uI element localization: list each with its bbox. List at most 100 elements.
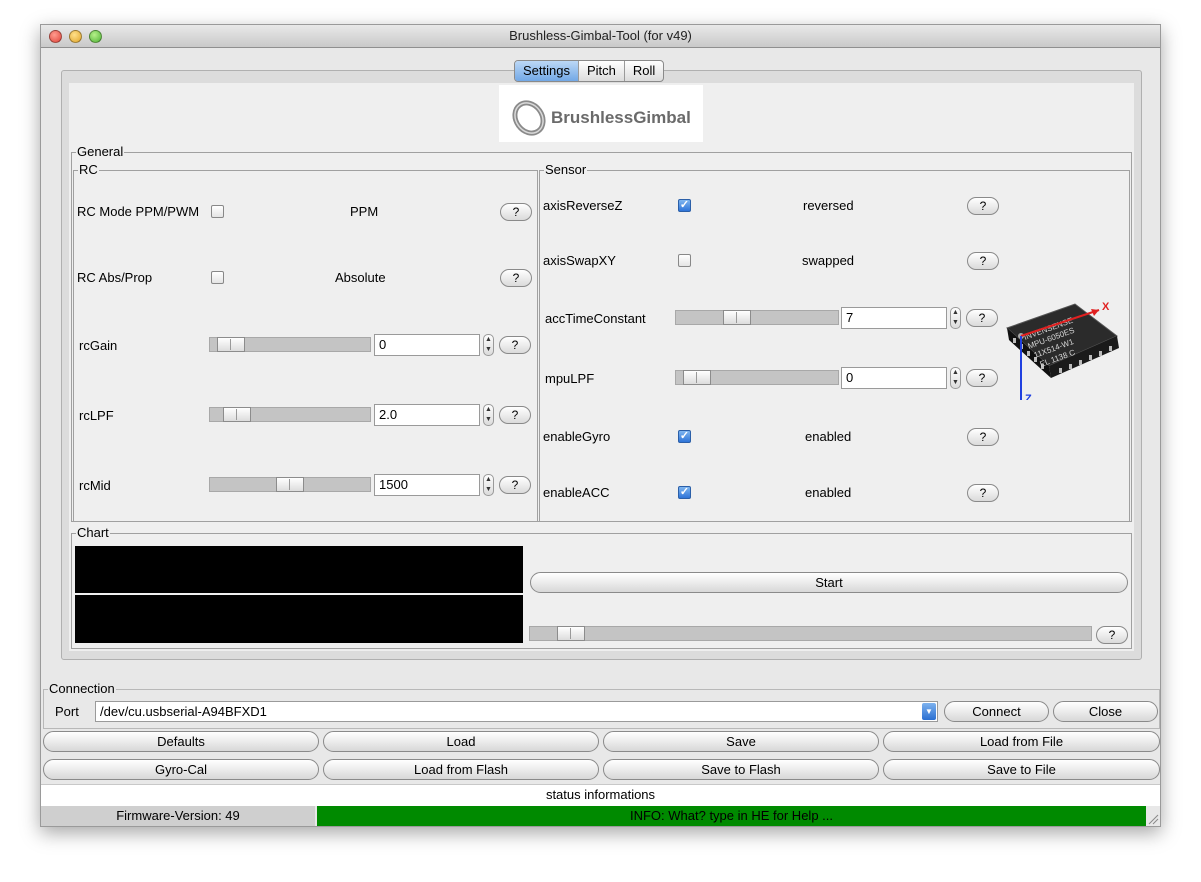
mpu-lpf-field[interactable]: 0 bbox=[841, 367, 947, 389]
info-status-text: INFO: What? type in HE for Help ... bbox=[629, 808, 833, 823]
rc-mode-help-button[interactable]: ? bbox=[500, 203, 532, 221]
firmware-version: Firmware-Version: 49 bbox=[41, 806, 315, 826]
stepper-up-icon[interactable]: ▲ bbox=[485, 336, 492, 343]
chart-help-button[interactable]: ? bbox=[1096, 626, 1128, 644]
chart-plot-bottom bbox=[75, 595, 523, 643]
rc-gain-slider-thumb[interactable] bbox=[217, 337, 245, 352]
zoom-window-icon[interactable] bbox=[89, 30, 102, 43]
gyro-cal-button[interactable]: Gyro-Cal bbox=[43, 759, 319, 780]
enable-acc-label: enableACC bbox=[543, 485, 610, 500]
rc-absprop-help-button[interactable]: ? bbox=[500, 269, 532, 287]
enable-acc-checkbox[interactable]: ✓ bbox=[678, 486, 691, 499]
logo-text: BrushlessGimbal bbox=[551, 108, 691, 127]
axis-swap-xy-checkbox[interactable] bbox=[678, 254, 691, 267]
rc-lpf-label: rcLPF bbox=[79, 408, 114, 423]
mpu-lpf-slider[interactable] bbox=[675, 370, 839, 385]
stepper-down-icon[interactable]: ▼ bbox=[952, 379, 959, 386]
close-connection-button[interactable]: Close bbox=[1053, 701, 1158, 722]
save-button[interactable]: Save bbox=[603, 731, 879, 752]
axis-swap-xy-label: axisSwapXY bbox=[543, 253, 616, 268]
axis-swap-xy-status: swapped bbox=[802, 253, 855, 268]
rc-lpf-help-button[interactable]: ? bbox=[499, 406, 531, 424]
rc-mid-label: rcMid bbox=[79, 478, 111, 493]
resize-grip-icon[interactable] bbox=[1147, 813, 1159, 825]
rc-gain-stepper[interactable]: ▲ ▼ bbox=[483, 334, 494, 356]
mpu-lpf-slider-thumb[interactable] bbox=[683, 370, 711, 385]
axis-reverse-z-help-button[interactable]: ? bbox=[967, 197, 999, 215]
chart-group-label: Chart bbox=[76, 525, 110, 541]
rc-absprop-checkbox[interactable] bbox=[211, 271, 224, 284]
save-to-flash-button[interactable]: Save to Flash bbox=[603, 759, 879, 780]
connect-button[interactable]: Connect bbox=[944, 701, 1049, 722]
axis-reverse-z-label: axisReverseZ bbox=[543, 198, 623, 213]
stepper-up-icon[interactable]: ▲ bbox=[952, 369, 959, 376]
rc-mode-status: PPM bbox=[350, 204, 379, 219]
stepper-up-icon[interactable]: ▲ bbox=[952, 309, 959, 316]
port-select[interactable]: /dev/cu.usbserial-A94BFXD1 bbox=[95, 701, 938, 722]
rc-mid-slider[interactable] bbox=[209, 477, 371, 492]
general-group-label: General bbox=[76, 144, 125, 160]
enable-acc-help-button[interactable]: ? bbox=[967, 484, 999, 502]
rc-lpf-slider-thumb[interactable] bbox=[223, 407, 251, 422]
close-window-icon[interactable] bbox=[49, 30, 62, 43]
load-button[interactable]: Load bbox=[323, 731, 599, 752]
rc-group-label: RC bbox=[78, 162, 99, 178]
minimize-window-icon[interactable] bbox=[69, 30, 82, 43]
rc-absprop-label: RC Abs/Prop bbox=[77, 270, 153, 285]
connection-group-label: Connection bbox=[48, 681, 116, 697]
rc-gain-help-button[interactable]: ? bbox=[499, 336, 531, 354]
rc-lpf-slider[interactable] bbox=[209, 407, 371, 422]
mpu-lpf-help-button[interactable]: ? bbox=[966, 369, 998, 387]
chart-plot-top bbox=[75, 546, 523, 593]
status-header: status informations bbox=[41, 784, 1160, 806]
sensor-group-label: Sensor bbox=[544, 162, 588, 178]
rc-gain-label: rcGain bbox=[79, 338, 118, 353]
rc-mid-stepper[interactable]: ▲ ▼ bbox=[483, 474, 494, 496]
rc-gain-field[interactable]: 0 bbox=[374, 334, 480, 356]
status-header-text: status informations bbox=[545, 787, 656, 802]
axis-reverse-z-checkbox[interactable]: ✓ bbox=[678, 199, 691, 212]
stepper-down-icon[interactable]: ▼ bbox=[485, 346, 492, 353]
stepper-down-icon[interactable]: ▼ bbox=[485, 416, 492, 423]
axis-swap-xy-help-button[interactable]: ? bbox=[967, 252, 999, 270]
mpu-lpf-label: mpuLPF bbox=[545, 371, 595, 386]
chart-speed-slider[interactable] bbox=[529, 626, 1092, 641]
tab-settings[interactable]: Settings bbox=[515, 61, 579, 81]
stepper-down-icon[interactable]: ▼ bbox=[485, 486, 492, 493]
brand-logo: BrushlessGimbal bbox=[499, 85, 703, 142]
chip-z-axis-label: Z bbox=[1025, 393, 1032, 400]
save-to-file-button[interactable]: Save to File bbox=[883, 759, 1160, 780]
enable-gyro-checkbox[interactable]: ✓ bbox=[678, 430, 691, 443]
enable-gyro-label: enableGyro bbox=[543, 429, 611, 444]
rc-mid-field[interactable]: 1500 bbox=[374, 474, 480, 496]
app-window: Brushless-Gimbal-Tool (for v49) Settings… bbox=[40, 24, 1161, 827]
tab-pitch[interactable]: Pitch bbox=[579, 61, 625, 81]
chevron-down-icon[interactable]: ▼ bbox=[922, 703, 936, 720]
stepper-up-icon[interactable]: ▲ bbox=[485, 406, 492, 413]
mpu6050-chip-icon: INVENSENSE MPU-6050ES 11X514-W1 EL 1138 … bbox=[1006, 301, 1119, 400]
chart-speed-slider-thumb[interactable] bbox=[557, 626, 585, 641]
window-title: Brushless-Gimbal-Tool (for v49) bbox=[509, 28, 692, 43]
rc-lpf-field[interactable]: 2.0 bbox=[374, 404, 480, 426]
stepper-up-icon[interactable]: ▲ bbox=[485, 476, 492, 483]
load-from-file-button[interactable]: Load from File bbox=[883, 731, 1160, 752]
acc-time-constant-stepper[interactable]: ▲ ▼ bbox=[950, 307, 961, 329]
rc-mode-checkbox[interactable] bbox=[211, 205, 224, 218]
rc-mid-slider-thumb[interactable] bbox=[276, 477, 304, 492]
rc-lpf-stepper[interactable]: ▲ ▼ bbox=[483, 404, 494, 426]
acc-time-constant-slider-thumb[interactable] bbox=[723, 310, 751, 325]
defaults-button[interactable]: Defaults bbox=[43, 731, 319, 752]
acc-time-constant-field[interactable]: 7 bbox=[841, 307, 947, 329]
acc-time-constant-slider[interactable] bbox=[675, 310, 839, 325]
enable-gyro-status: enabled bbox=[805, 429, 852, 444]
acc-time-constant-help-button[interactable]: ? bbox=[966, 309, 998, 327]
chart-start-button[interactable]: Start bbox=[530, 572, 1128, 593]
stepper-down-icon[interactable]: ▼ bbox=[952, 319, 959, 326]
enable-gyro-help-button[interactable]: ? bbox=[967, 428, 999, 446]
load-from-flash-button[interactable]: Load from Flash bbox=[323, 759, 599, 780]
tab-roll[interactable]: Roll bbox=[625, 61, 663, 81]
rc-mid-help-button[interactable]: ? bbox=[499, 476, 531, 494]
rc-gain-slider[interactable] bbox=[209, 337, 371, 352]
mpu-lpf-stepper[interactable]: ▲ ▼ bbox=[950, 367, 961, 389]
title-bar[interactable]: Brushless-Gimbal-Tool (for v49) bbox=[41, 25, 1160, 48]
